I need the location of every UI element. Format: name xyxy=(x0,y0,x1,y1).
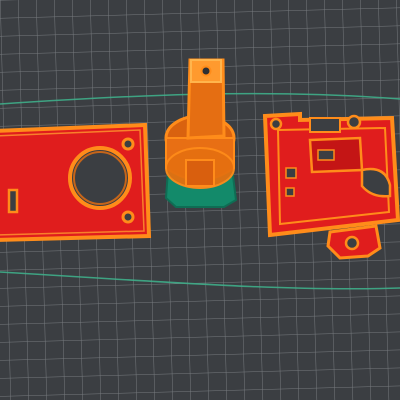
rectangular-plate-part[interactable] xyxy=(0,122,152,242)
plate-screw-hole-bottom xyxy=(121,210,135,224)
plate-screw-hole-top xyxy=(121,137,135,151)
bracket-top-hole-right xyxy=(346,114,362,130)
bracket-top-hole-left xyxy=(269,117,283,131)
plate-slot xyxy=(7,188,19,214)
slicer-preview-viewport[interactable] xyxy=(0,0,400,400)
slicer-3d-view[interactable] xyxy=(0,0,400,400)
knob-post-hole xyxy=(200,65,212,77)
plate-round-hole xyxy=(68,146,132,210)
bracket-tab-hole xyxy=(344,235,360,251)
